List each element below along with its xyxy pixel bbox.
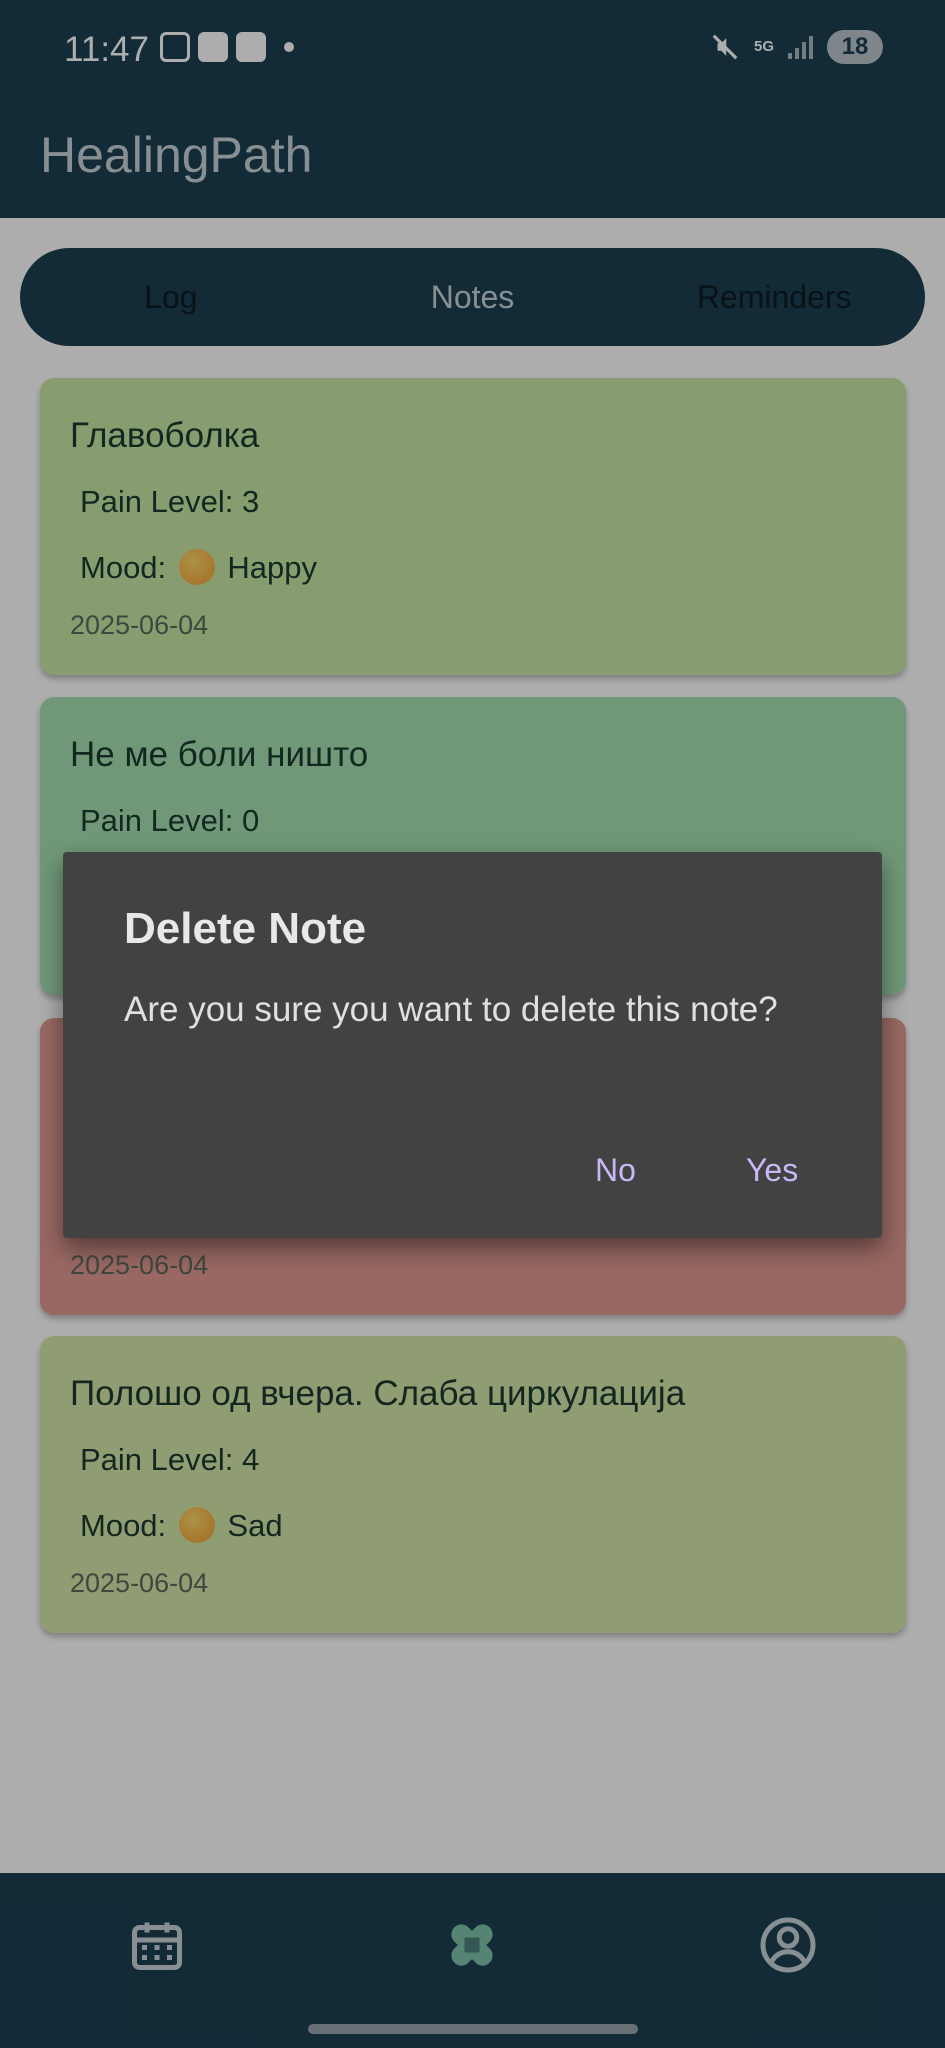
- dialog-message: Are you sure you want to delete this not…: [124, 990, 778, 1029]
- delete-note-dialog: Delete Note Are you sure you want to del…: [63, 852, 882, 1238]
- dialog-title: Delete Note: [124, 904, 367, 953]
- yes-button[interactable]: Yes: [746, 1152, 798, 1189]
- no-button[interactable]: No: [595, 1152, 636, 1189]
